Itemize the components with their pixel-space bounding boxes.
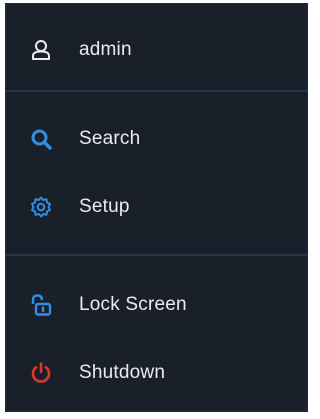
user-icon xyxy=(30,39,52,61)
menu-item-search[interactable]: Search xyxy=(6,116,307,162)
search-icon xyxy=(30,128,52,150)
menu-item-label: Setup xyxy=(79,196,130,217)
power-icon xyxy=(30,362,52,384)
menu-item-setup[interactable]: Setup xyxy=(6,184,307,230)
menu-item-label: Search xyxy=(79,128,141,149)
username-label: admin xyxy=(79,39,132,60)
user-menu: admin Search Setup Lock Screen Shutdown xyxy=(5,3,308,412)
menu-item-lock-screen[interactable]: Lock Screen xyxy=(6,282,307,328)
menu-divider xyxy=(6,254,307,256)
menu-item-label: Shutdown xyxy=(79,362,166,383)
menu-item-shutdown[interactable]: Shutdown xyxy=(6,350,307,396)
menu-item-label: Lock Screen xyxy=(79,294,187,315)
user-account-item[interactable]: admin xyxy=(6,27,307,73)
unlock-icon xyxy=(30,294,52,316)
gear-icon xyxy=(30,196,52,218)
menu-divider xyxy=(6,90,307,92)
